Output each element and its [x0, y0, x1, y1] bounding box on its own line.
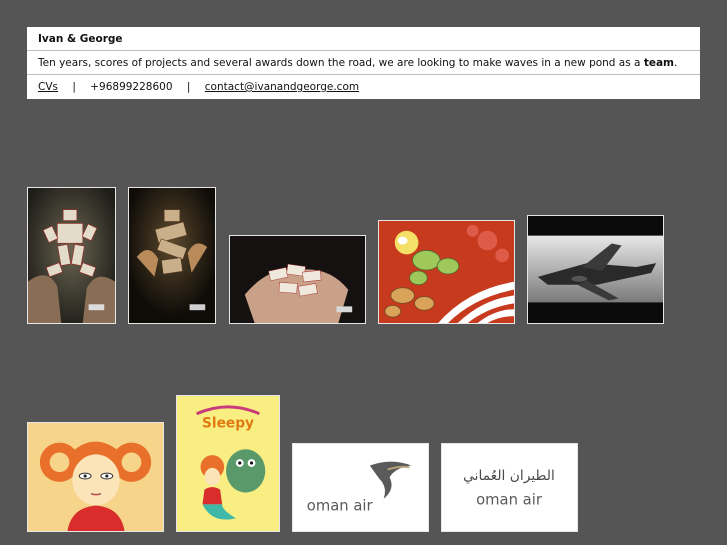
tagline-row: Ten years, scores of projects and severa… — [27, 51, 700, 75]
oman-air-logo-english[interactable]: oman air — [292, 443, 429, 532]
poster-illustration[interactable]: Sleepy — [176, 395, 280, 532]
card-figure-photo[interactable] — [27, 187, 116, 324]
separator: | — [186, 81, 191, 93]
redhead-girl-illustration[interactable] — [27, 422, 164, 532]
oman-air-logo-arabic[interactable]: الطيران العُماني oman air — [441, 443, 578, 532]
email-link[interactable]: contact@ivanandgeorge.com — [205, 81, 359, 93]
site-header: Ivan & George Ten years, scores of proje… — [27, 27, 700, 99]
contact-row: CVs | +96899228600 | contact@ivanandgeor… — [27, 75, 700, 99]
tagline-end: . — [674, 57, 678, 69]
hands-holding-cards-photo[interactable] — [229, 235, 366, 324]
oman-air-wordmark: oman air — [307, 498, 374, 515]
tagline-emphasis: team — [643, 57, 674, 69]
cartoon-race-illustration[interactable] — [378, 220, 515, 324]
oman-air-wordmark: oman air — [476, 492, 543, 509]
oman-air-arabic-wordmark: الطيران العُماني — [463, 468, 555, 484]
separator: | — [72, 81, 76, 93]
title-row: Ivan & George — [27, 27, 700, 51]
phone-number: +96899228600 — [90, 81, 173, 93]
poster-title: Sleepy — [202, 416, 254, 432]
site-title: Ivan & George — [38, 33, 123, 45]
jet-plane-photo[interactable] — [527, 215, 664, 324]
tagline-text: Ten years, scores of projects and severa… — [38, 57, 644, 69]
cvs-link[interactable]: CVs — [38, 81, 58, 93]
card-figure-dark-photo[interactable] — [128, 187, 216, 324]
